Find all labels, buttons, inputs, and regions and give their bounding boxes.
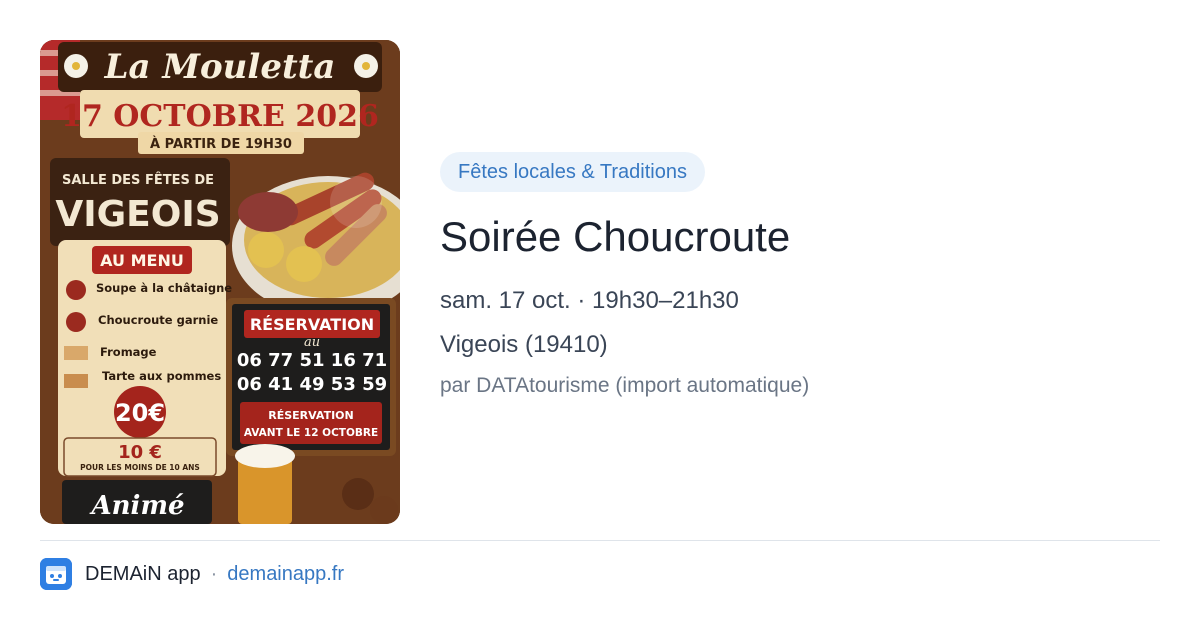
poster-phone-1: 06 77 51 16 71 (237, 350, 387, 371)
poster-child-price: 10 € (118, 442, 162, 463)
footer: DEMAiN app · demainapp.fr (40, 558, 344, 590)
poster-bottom-text: Animé (88, 491, 184, 521)
poster-price: 20€ (115, 399, 165, 427)
poster-menu-item-3: Fromage (100, 345, 157, 359)
poster-menu-item-1: Soupe à la châtaigne (96, 281, 232, 295)
event-title[interactable]: Soirée Choucroute (440, 212, 1160, 262)
category-tag[interactable]: Fêtes locales & Traditions (440, 152, 705, 192)
poster-child-note: POUR LES MOINS DE 10 ANS (80, 463, 200, 472)
poster-menu-item-4: Tarte aux pommes (102, 369, 221, 383)
demain-app-icon (40, 558, 72, 590)
footer-divider (40, 540, 1160, 541)
poster-deadline-2: AVANT LE 12 OCTOBRE (244, 427, 378, 439)
poster-menu-item-2: Choucroute garnie (98, 313, 218, 327)
poster-phone-2: 06 41 49 53 59 (237, 374, 387, 395)
poster-reservation-au: au (304, 335, 320, 350)
poster-venue-line1: SALLE DES FÊTES DE (62, 172, 214, 188)
poster-venue-line2: VIGEOIS (55, 194, 220, 235)
poster-reservation-heading: RÉSERVATION (250, 315, 374, 334)
footer-separator: · (210, 562, 218, 585)
event-datetime: sam. 17 oct. · 19h30–21h30 (440, 287, 739, 314)
event-info: Fêtes locales & Traditions Soirée Choucr… (440, 152, 1160, 400)
poster-title: La Mouletta (104, 47, 336, 87)
poster-deadline-1: RÉSERVATION (268, 409, 353, 422)
event-source: par DATAtourisme (import automatique) (440, 374, 810, 397)
site-link[interactable]: demainapp.fr (227, 563, 344, 586)
event-poster-image[interactable]: La Mouletta 17 OCTOBRE 2026 À PARTIR DE … (40, 40, 400, 524)
app-name: DEMAiN app (85, 562, 201, 585)
poster-menu-heading: AU MENU (100, 251, 184, 270)
poster-start-time: À PARTIR DE 19H30 (150, 136, 292, 152)
event-location: Vigeois (19410) (440, 331, 608, 358)
poster-date: 17 OCTOBRE 2026 (61, 99, 379, 134)
